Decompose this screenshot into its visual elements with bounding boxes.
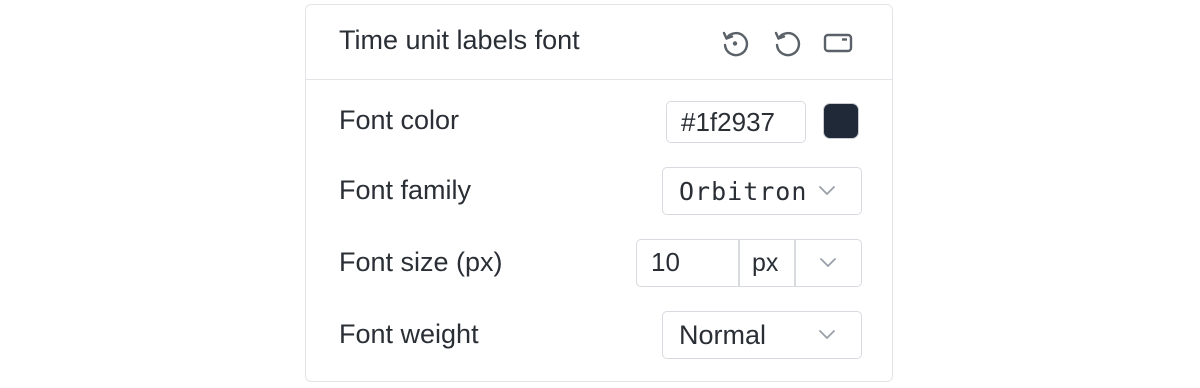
font-weight-row: Font weight Normal	[306, 311, 892, 359]
font-size-control: px	[636, 239, 862, 287]
font-weight-value: Normal	[679, 320, 767, 350]
font-weight-label: Font weight	[339, 319, 479, 349]
chevron-down-icon	[819, 330, 835, 339]
reset-to-default-icon[interactable]	[719, 27, 751, 59]
panel-header: Time unit labels font	[306, 5, 892, 80]
font-color-input[interactable]	[666, 101, 806, 143]
font-size-label: Font size (px)	[339, 247, 503, 277]
panel-title: Time unit labels font	[339, 25, 580, 55]
font-size-input[interactable]	[637, 240, 737, 285]
collapse-panel-icon[interactable]	[822, 27, 854, 59]
chevron-down-icon	[820, 258, 836, 267]
font-family-select[interactable]: Orbitron	[662, 167, 862, 215]
font-size-unit: px	[752, 249, 779, 277]
font-color-swatch[interactable]	[823, 103, 859, 139]
font-family-row: Font family Orbitron	[306, 167, 892, 215]
font-size-row: Font size (px) px	[306, 239, 892, 287]
chevron-down-icon	[819, 186, 835, 195]
unit-dropdown-button[interactable]	[796, 240, 860, 285]
font-family-value: Orbitron	[679, 177, 808, 206]
font-weight-select[interactable]: Normal	[662, 311, 862, 359]
font-color-row: Font color	[306, 97, 892, 145]
font-color-label: Font color	[339, 105, 460, 135]
font-family-label: Font family	[339, 175, 472, 205]
font-settings-panel: Time unit labels font Font color #1f2937…	[305, 4, 893, 382]
undo-icon[interactable]	[771, 27, 803, 59]
divider	[738, 240, 740, 286]
